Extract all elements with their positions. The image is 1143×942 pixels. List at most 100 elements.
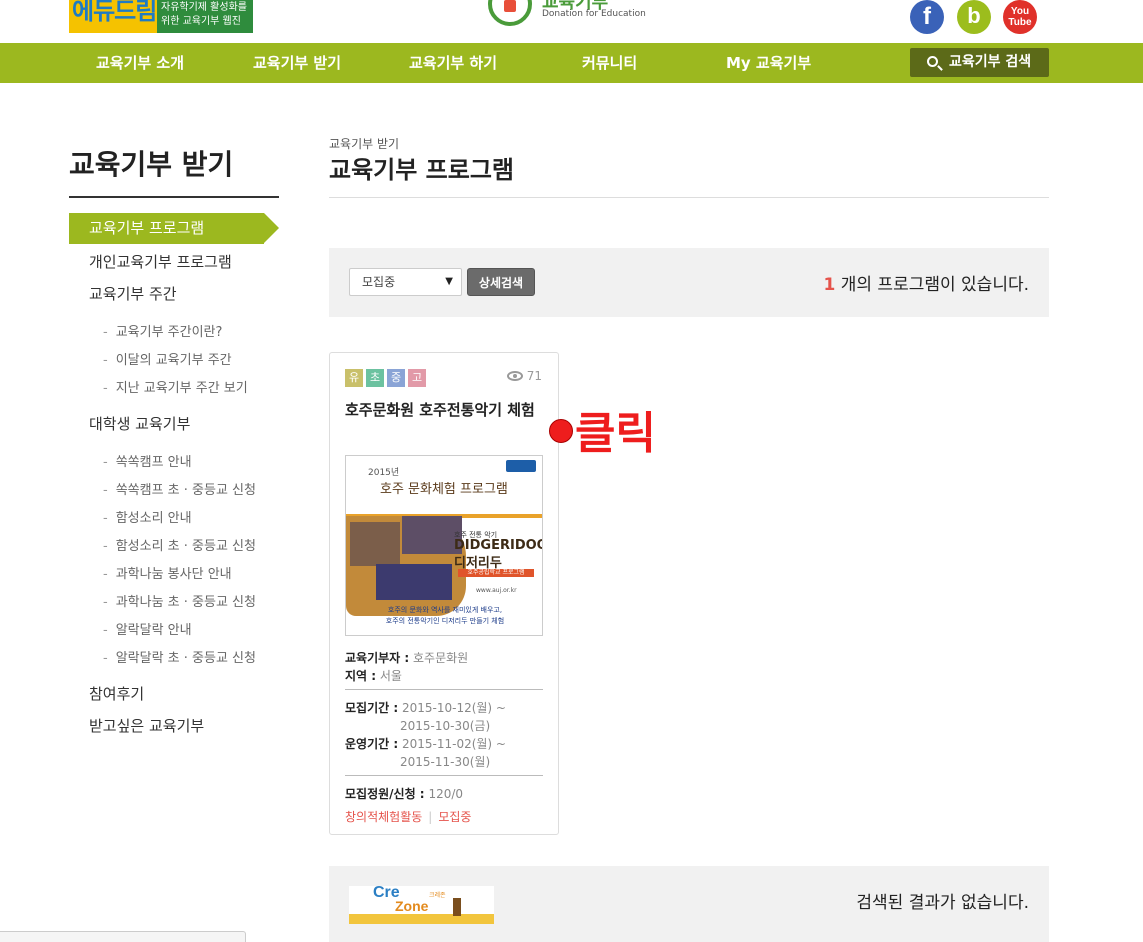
caret-down-icon: ▼ (445, 276, 453, 287)
status-select-value: 모집중 (362, 275, 396, 289)
nav-item-my[interactable]: My 교육기부 (726, 43, 811, 83)
sidebar-sub-college[interactable]: - 과학나눔 초 · 중등교 신청 (103, 591, 256, 610)
sidebar-sub-college[interactable]: - 알락달락 안내 (103, 619, 192, 638)
capacity-value: 120/0 (428, 787, 464, 801)
recruit-end: 2015-10-30(금) (400, 719, 491, 733)
page-title: 교육기부 프로그램 (329, 156, 514, 184)
recruit-key: 모집기간 : (345, 701, 399, 715)
region-row: 지역 : 서울 (345, 667, 402, 684)
click-annotation: 클릭 (575, 408, 656, 459)
card-footer: 창의적체험활동 | 모집중 (345, 808, 471, 825)
poster-title: 호주 문화체험 프로그램 (380, 482, 508, 497)
poster-url: www.auj.or.kr (476, 587, 517, 594)
view-count-value: 71 (526, 369, 542, 383)
banner-line-2: 위한 교육기부 웹진 (161, 16, 241, 27)
poster-logo-icon (506, 460, 536, 472)
filter-bar: 모집중 ▼ 상세검색 1 개의 프로그램이 있습니다. (329, 248, 1049, 317)
sub-label: 과학나눔 초 · 중등교 신청 (115, 595, 256, 610)
band-icon[interactable]: b (957, 0, 991, 34)
sidebar-sub-week-past[interactable]: - 지난 교육기부 주간 보기 (103, 377, 248, 396)
poster-year: 2015년 (368, 468, 400, 478)
edudream-banner[interactable]: 에듀드림 자유학기제 활성화를 위한 교육기부 웹진 (69, 0, 253, 33)
poster-headline-en: DIDGERIDOO (454, 538, 543, 553)
sidebar-sub-college[interactable]: - 쏙쏙캠프 초 · 중등교 신청 (103, 479, 256, 498)
sidebar-sub-college[interactable]: - 함성소리 안내 (103, 507, 192, 526)
crezone-text-2: Zone (395, 898, 429, 914)
sub-dash: - (103, 325, 108, 340)
sub-label: 과학나눔 봉사단 안내 (115, 567, 232, 582)
footer-separator: | (428, 810, 433, 824)
crezone-field (349, 914, 494, 924)
logo-subtitle: Donation for Education (542, 9, 646, 19)
sidebar-item-wishlist[interactable]: 받고싶은 교육기부 (89, 715, 204, 736)
sub-dash: - (103, 381, 108, 396)
category-label: 창의적체험활동 (345, 810, 423, 824)
sidebar-title: 교육기부 받기 (69, 148, 234, 181)
status-select[interactable]: 모집중 ▼ (349, 268, 462, 296)
sub-label: 쏙쏙캠프 초 · 중등교 신청 (115, 483, 256, 498)
region-key: 지역 : (345, 669, 377, 683)
crezone-logo[interactable]: Cre Zone 크레존 (349, 886, 494, 924)
poster-pill: 호주공립학교 프로그램 (458, 569, 534, 577)
sub-label: 지난 교육기부 주간 보기 (115, 381, 248, 396)
sub-dash: - (103, 511, 108, 526)
nav-item-give[interactable]: 교육기부 하기 (409, 43, 497, 83)
program-poster-image[interactable]: 2015년 호주 문화체험 프로그램 호주 전통 악기 DIDGERIDOO 디… (345, 455, 543, 636)
horizontal-scrollbar[interactable] (0, 931, 246, 942)
search-icon (927, 56, 938, 67)
recruit-row: 모집기간 : 2015-10-12(월) ~ (345, 699, 506, 716)
sidebar-item-week[interactable]: 교육기부 주간 (89, 283, 177, 304)
sub-dash: - (103, 483, 108, 498)
detail-search-button[interactable]: 상세검색 (467, 268, 535, 296)
donor-key: 교육기부자 : (345, 651, 410, 665)
sidebar-sub-college[interactable]: - 쏙쏙캠프 안내 (103, 451, 192, 470)
crezone-small: 크레존 (429, 892, 446, 899)
title-divider (329, 197, 1049, 198)
program-card[interactable]: 유 초 중 고 71 호주문화원 호주전통악기 체험 2015년 호주 문화체험… (329, 352, 559, 835)
tag-middle: 중 (387, 369, 405, 387)
sidebar-sub-week-month[interactable]: - 이달의 교육기부 주간 (103, 349, 232, 368)
logo-mark-icon (488, 0, 532, 26)
tag-kindergarten: 유 (345, 369, 363, 387)
sub-label: 쏙쏙캠프 안내 (115, 455, 192, 470)
operate-row: 운영기간 : 2015-11-02(월) ~ (345, 735, 506, 752)
nav-item-intro[interactable]: 교육기부 소개 (96, 43, 184, 83)
eye-icon (506, 371, 523, 381)
sidebar-sub-college[interactable]: - 알락달락 초 · 중등교 신청 (103, 647, 256, 666)
youtube-icon[interactable]: You Tube (1003, 0, 1037, 34)
site-logo[interactable]: 교육기부 Donation for Education (488, 0, 646, 30)
sidebar-item-reviews[interactable]: 참여후기 (89, 683, 144, 704)
main-nav: 교육기부 소개 교육기부 받기 교육기부 하기 커뮤니티 My 교육기부 교육기… (0, 43, 1143, 83)
status-label: 모집중 (438, 810, 472, 824)
nav-search-label: 교육기부 검색 (949, 54, 1032, 70)
program-title-link[interactable]: 호주문화원 호주전통악기 체험 (345, 399, 545, 422)
scarecrow-icon (453, 898, 461, 916)
nav-item-community[interactable]: 커뮤니티 (582, 43, 637, 83)
facebook-icon[interactable]: f (910, 0, 944, 34)
sidebar-sub-week-about[interactable]: - 교육기부 주간이란? (103, 321, 222, 340)
banner-title: 에듀드림 (72, 0, 157, 25)
sidebar-sub-college[interactable]: - 과학나눔 봉사단 안내 (103, 563, 232, 582)
sidebar-item-college[interactable]: 대학생 교육기부 (89, 413, 190, 434)
sub-dash: - (103, 623, 108, 638)
sidebar-divider (69, 196, 279, 198)
sub-dash: - (103, 539, 108, 554)
card-divider (345, 689, 543, 690)
sub-dash: - (103, 455, 108, 470)
tag-high: 고 (408, 369, 426, 387)
program-count: 1 개의 프로그램이 있습니다. (824, 270, 1030, 295)
site-header: 에듀드림 자유학기제 활성화를 위한 교육기부 웹진 교육기부 Donation… (0, 0, 1143, 43)
nav-item-receive[interactable]: 교육기부 받기 (253, 43, 341, 83)
capacity-row: 모집정원/신청 : 120/0 (345, 785, 463, 802)
donor-value: 호주문화원 (413, 651, 469, 665)
view-count: 71 (506, 369, 542, 383)
sidebar-item-personal[interactable]: 개인교육기부 프로그램 (89, 251, 232, 272)
poster-photo (350, 522, 400, 566)
poster-desc-1: 호주의 문화와 역사를 재미있게 배우고, (387, 606, 503, 614)
sidebar-item-program[interactable]: 교육기부 프로그램 (69, 213, 279, 244)
no-result-message: 검색된 결과가 없습니다. (856, 893, 1029, 913)
sidebar-sub-college[interactable]: - 함성소리 초 · 중등교 신청 (103, 535, 256, 554)
poster-photo (376, 564, 452, 600)
nav-search-button[interactable]: 교육기부 검색 (910, 48, 1049, 77)
sub-label: 함성소리 초 · 중등교 신청 (115, 539, 256, 554)
